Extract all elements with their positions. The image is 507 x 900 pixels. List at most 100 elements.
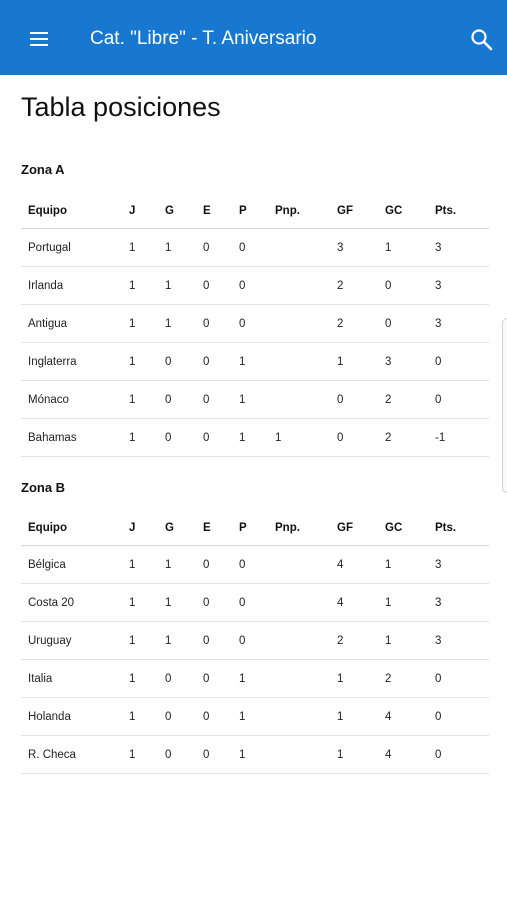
- cell-goals-against: 2: [385, 672, 392, 685]
- cell-drawn: 0: [203, 317, 210, 330]
- cell-lost: 1: [239, 393, 246, 406]
- cell-goals-for: 2: [337, 279, 344, 292]
- cell-drawn: 0: [203, 672, 210, 685]
- column-header-lost: P: [239, 521, 247, 534]
- cell-played: 1: [129, 596, 136, 609]
- cell-lost: 1: [239, 748, 246, 761]
- cell-goals-for: 0: [337, 431, 344, 444]
- cell-played: 1: [129, 748, 136, 761]
- cell-penalty-points: 1: [275, 431, 282, 444]
- cell-played: 1: [129, 558, 136, 571]
- table-row: Italia 1 0 0 1 1 2 0: [21, 660, 489, 698]
- cell-team: Bahamas: [28, 431, 77, 444]
- cell-goals-against: 3: [385, 355, 392, 368]
- cell-won: 0: [165, 393, 172, 406]
- cell-team: Holanda: [28, 710, 71, 723]
- cell-drawn: 0: [203, 634, 210, 647]
- cell-lost: 1: [239, 672, 246, 685]
- cell-goals-for: 3: [337, 241, 344, 254]
- column-header-played: J: [129, 521, 136, 534]
- cell-team: R. Checa: [28, 748, 76, 761]
- cell-goals-against: 1: [385, 634, 392, 647]
- cell-points: 3: [435, 596, 442, 609]
- cell-goals-for: 2: [337, 634, 344, 647]
- table-header-row: Equipo J G E P Pnp. GF GC Pts.: [21, 510, 489, 546]
- zone-a-standings-table: Equipo J G E P Pnp. GF GC Pts. Portugal 1 1 0 0 3 1 3 Irl…: [21, 193, 489, 457]
- cell-team: Uruguay: [28, 634, 72, 647]
- cell-won: 0: [165, 431, 172, 444]
- cell-lost: 0: [239, 279, 246, 292]
- cell-drawn: 0: [203, 710, 210, 723]
- cell-points: 0: [435, 710, 442, 723]
- cell-played: 1: [129, 431, 136, 444]
- cell-goals-against: 1: [385, 596, 392, 609]
- column-header-goals-against: GC: [385, 521, 403, 534]
- cell-points: 3: [435, 558, 442, 571]
- cell-drawn: 0: [203, 558, 210, 571]
- search-icon[interactable]: [468, 26, 496, 54]
- table-row: R. Checa 1 0 0 1 1 4 0: [21, 736, 489, 774]
- column-header-points: Pts.: [435, 204, 457, 217]
- cell-goals-against: 0: [385, 279, 392, 292]
- cell-played: 1: [129, 672, 136, 685]
- cell-played: 1: [129, 279, 136, 292]
- cell-points: 0: [435, 672, 442, 685]
- cell-won: 0: [165, 672, 172, 685]
- cell-points: -1: [435, 431, 446, 444]
- table-row: Portugal 1 1 0 0 3 1 3: [21, 229, 489, 267]
- column-header-drawn: E: [203, 521, 211, 534]
- zone-b-title: Zona B: [21, 480, 66, 495]
- table-row: Mónaco 1 0 0 1 0 2 0: [21, 381, 489, 419]
- cell-team: Inglaterra: [28, 355, 77, 368]
- cell-points: 3: [435, 279, 442, 292]
- cell-lost: 0: [239, 558, 246, 571]
- cell-drawn: 0: [203, 596, 210, 609]
- table-header-row: Equipo J G E P Pnp. GF GC Pts.: [21, 193, 489, 229]
- side-drawer-handle[interactable]: [502, 318, 507, 493]
- cell-played: 1: [129, 241, 136, 254]
- cell-goals-for: 2: [337, 317, 344, 330]
- menu-icon[interactable]: [24, 27, 52, 51]
- table-row: Holanda 1 0 0 1 1 4 0: [21, 698, 489, 736]
- cell-played: 1: [129, 710, 136, 723]
- column-header-goals-for: GF: [337, 521, 353, 534]
- cell-won: 1: [165, 241, 172, 254]
- app-bar-title: Cat. "Libre" - T. Aniversario: [90, 28, 317, 49]
- cell-goals-for: 1: [337, 710, 344, 723]
- cell-goals-for: 0: [337, 393, 344, 406]
- column-header-goals-against: GC: [385, 204, 403, 217]
- table-row: Bélgica 1 1 0 0 4 1 3: [21, 546, 489, 584]
- cell-team: Antigua: [28, 317, 68, 330]
- cell-lost: 0: [239, 241, 246, 254]
- table-row: Uruguay 1 1 0 0 2 1 3: [21, 622, 489, 660]
- cell-goals-for: 1: [337, 748, 344, 761]
- table-row: Irlanda 1 1 0 0 2 0 3: [21, 267, 489, 305]
- zone-b-standings-table: Equipo J G E P Pnp. GF GC Pts. Bélgica 1 1 0 0 4 1 3 Cost…: [21, 510, 489, 774]
- column-header-lost: P: [239, 204, 247, 217]
- cell-drawn: 0: [203, 393, 210, 406]
- cell-goals-for: 1: [337, 355, 344, 368]
- cell-lost: 1: [239, 710, 246, 723]
- cell-won: 0: [165, 355, 172, 368]
- app-bar: Cat. "Libre" - T. Aniversario: [0, 0, 507, 75]
- table-row: Antigua 1 1 0 0 2 0 3: [21, 305, 489, 343]
- cell-goals-against: 2: [385, 393, 392, 406]
- cell-drawn: 0: [203, 279, 210, 292]
- cell-points: 0: [435, 748, 442, 761]
- cell-won: 0: [165, 748, 172, 761]
- cell-won: 1: [165, 279, 172, 292]
- cell-goals-against: 4: [385, 710, 392, 723]
- table-row: Costa 20 1 1 0 0 4 1 3: [21, 584, 489, 622]
- column-header-played: J: [129, 204, 136, 217]
- cell-lost: 0: [239, 596, 246, 609]
- cell-drawn: 0: [203, 431, 210, 444]
- cell-goals-against: 4: [385, 748, 392, 761]
- cell-goals-against: 0: [385, 317, 392, 330]
- cell-points: 0: [435, 393, 442, 406]
- cell-drawn: 0: [203, 241, 210, 254]
- column-header-points: Pts.: [435, 521, 457, 534]
- cell-lost: 1: [239, 355, 246, 368]
- cell-drawn: 0: [203, 355, 210, 368]
- cell-goals-against: 2: [385, 431, 392, 444]
- cell-drawn: 0: [203, 748, 210, 761]
